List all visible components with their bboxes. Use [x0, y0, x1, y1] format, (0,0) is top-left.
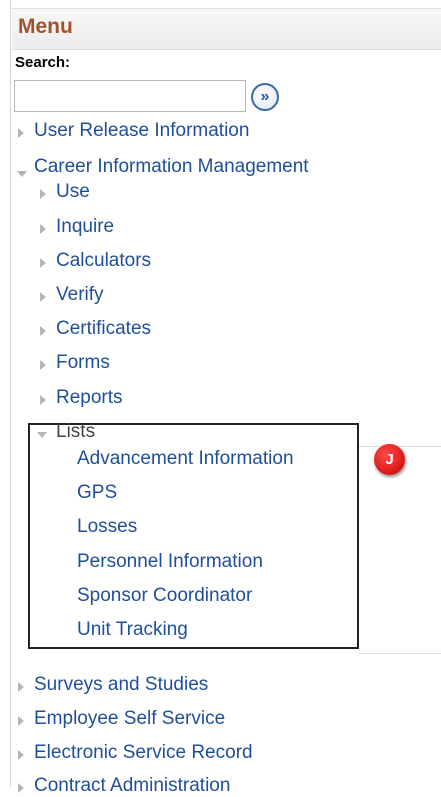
double-chevron-right-icon: »	[260, 88, 270, 105]
expand-arrow-icon[interactable]	[18, 750, 24, 760]
menu-item-employee-self-service[interactable]: Employee Self Service	[34, 708, 225, 730]
menu-item-surveys-and-studies[interactable]: Surveys and Studies	[34, 674, 208, 696]
search-go-button[interactable]: »	[251, 83, 279, 111]
menu-item-forms[interactable]: Forms	[56, 352, 110, 374]
search-input[interactable]	[14, 80, 246, 112]
expand-arrow-icon[interactable]	[40, 292, 46, 302]
menu-item-gps[interactable]: GPS	[77, 482, 117, 504]
expand-arrow-icon[interactable]	[40, 326, 46, 336]
menu-title: Menu	[18, 15, 73, 38]
menu-header: Menu	[12, 8, 441, 50]
callout-badge: J	[374, 444, 405, 475]
search-label: Search:	[15, 54, 71, 71]
menu-item-reports[interactable]: Reports	[56, 387, 123, 409]
expand-arrow-icon[interactable]	[18, 682, 24, 692]
expand-arrow-icon[interactable]	[18, 783, 24, 793]
expand-arrow-icon[interactable]	[40, 224, 46, 234]
menu-item-use[interactable]: Use	[56, 181, 90, 203]
menu-item-sponsor-coordinator[interactable]: Sponsor Coordinator	[77, 585, 252, 607]
menu-item-certificates[interactable]: Certificates	[56, 318, 151, 340]
expand-arrow-icon[interactable]	[40, 189, 46, 199]
expand-arrow-icon[interactable]	[40, 258, 46, 268]
menu-item-career-information-management[interactable]: Career Information Management	[34, 156, 309, 178]
menu-item-personnel-information[interactable]: Personnel Information	[77, 551, 263, 573]
menu-item-inquire[interactable]: Inquire	[56, 216, 114, 238]
menu-item-electronic-service-record[interactable]: Electronic Service Record	[34, 742, 253, 764]
callout-letter: J	[385, 451, 394, 468]
menu-item-calculators[interactable]: Calculators	[56, 250, 151, 272]
menu-item-verify[interactable]: Verify	[56, 284, 104, 306]
divider	[359, 446, 441, 447]
collapse-arrow-icon[interactable]	[17, 171, 27, 177]
menu-item-contract-administration[interactable]: Contract Administration	[34, 775, 230, 797]
menu-item-unit-tracking[interactable]: Unit Tracking	[77, 619, 188, 641]
menu-item-losses[interactable]: Losses	[77, 516, 137, 538]
menu-item-user-release-information[interactable]: User Release Information	[34, 120, 249, 142]
expand-arrow-icon[interactable]	[18, 716, 24, 726]
menu-item-advancement-information[interactable]: Advancement Information	[77, 448, 294, 470]
collapse-arrow-icon[interactable]	[37, 432, 47, 438]
expand-arrow-icon[interactable]	[18, 128, 24, 138]
divider	[359, 653, 441, 654]
expand-arrow-icon[interactable]	[40, 360, 46, 370]
expand-arrow-icon[interactable]	[40, 395, 46, 405]
menu-item-lists[interactable]: Lists	[56, 421, 95, 443]
